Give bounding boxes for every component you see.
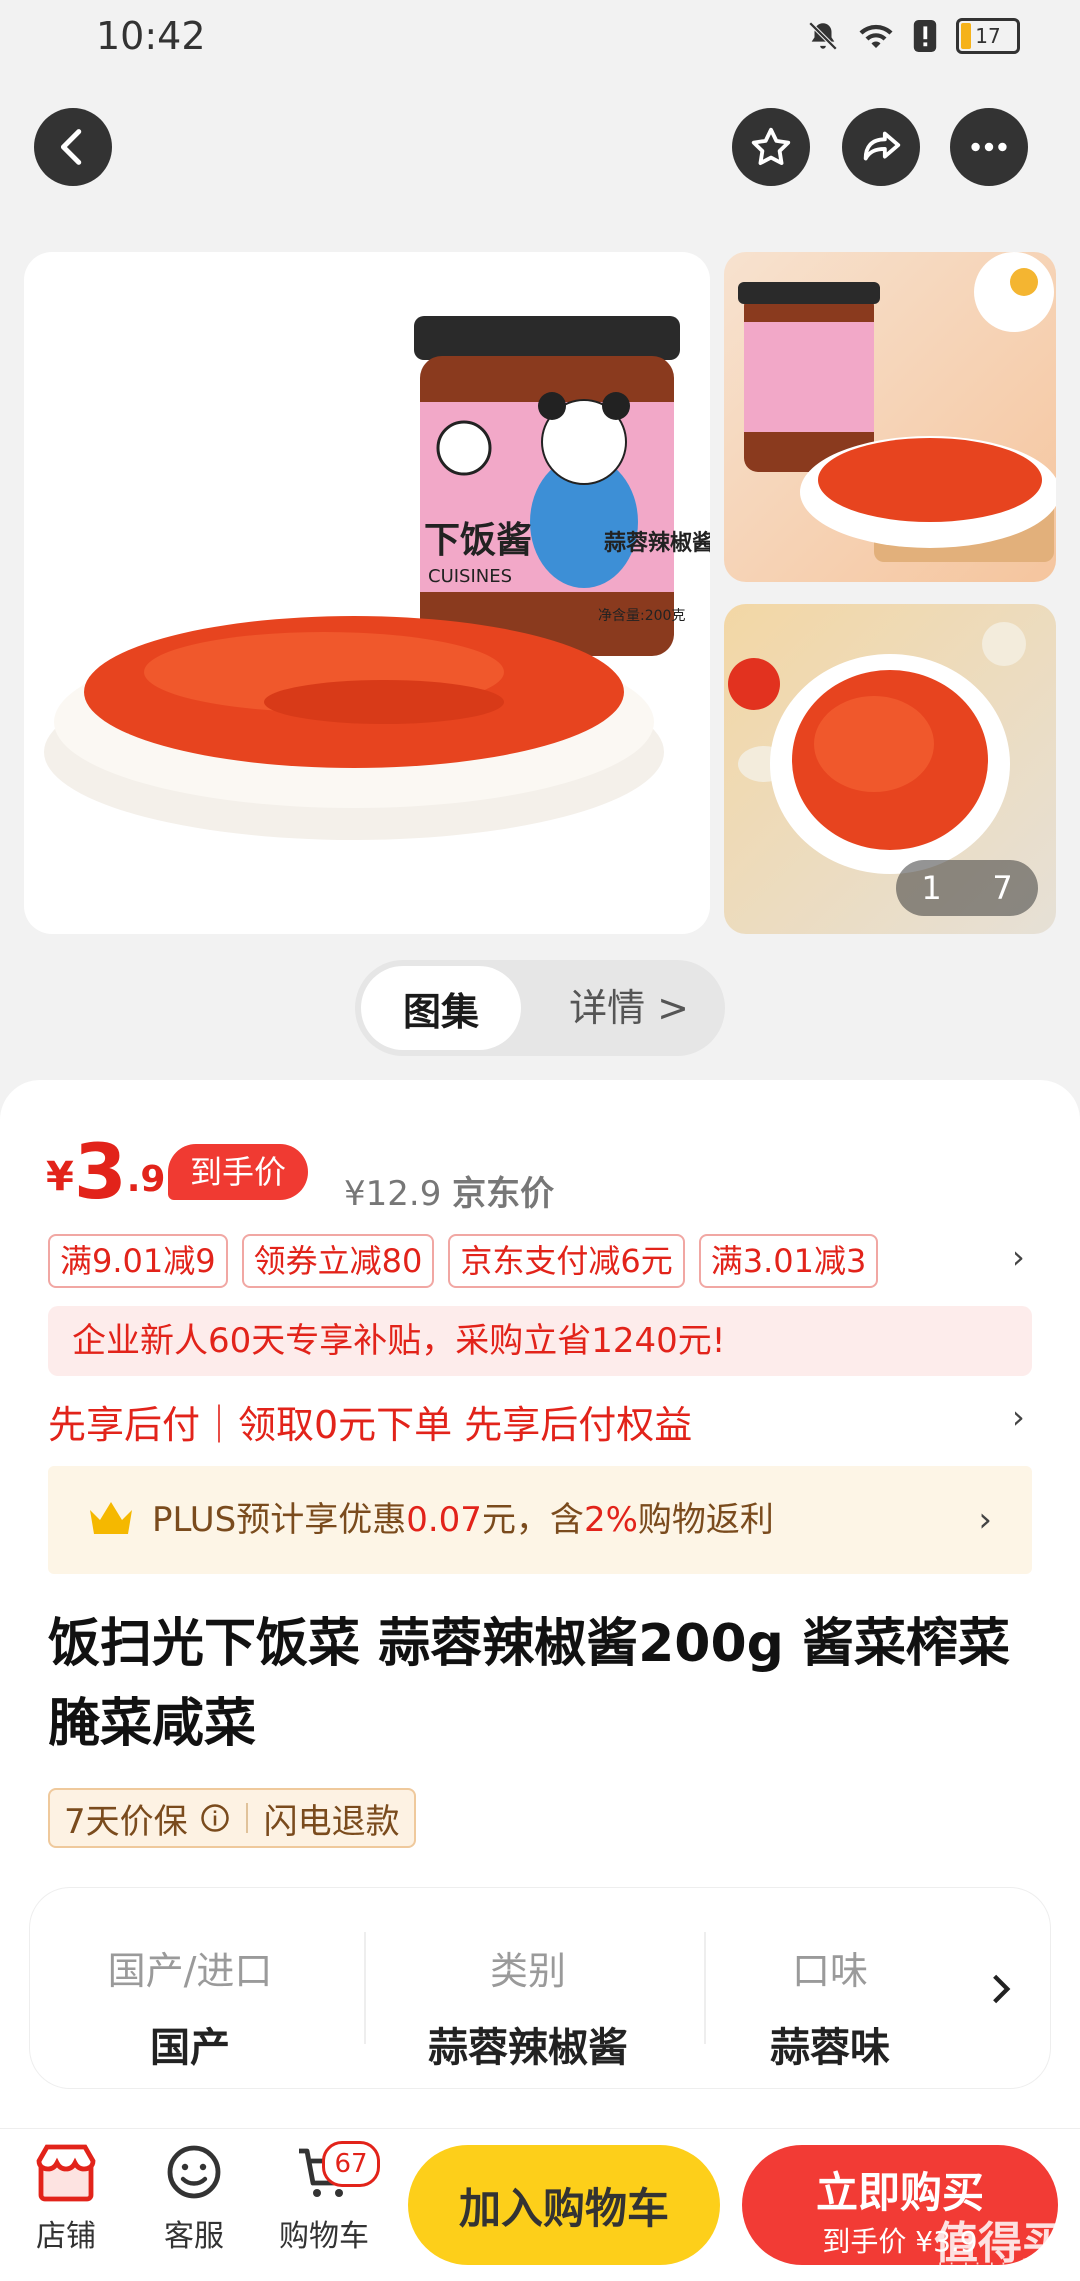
price-integer: 3: [73, 1127, 127, 1216]
product-illustration: 下饭酱 CUISINES 蒜蓉辣椒酱 净含量:200克: [44, 316, 710, 840]
attribute-origin: 国产/进口 国产: [30, 1888, 350, 2088]
share-button[interactable]: [842, 108, 920, 186]
plus-prefix: PLUS预计享优惠: [152, 1500, 407, 1540]
attribute-label: 类别: [489, 1949, 566, 1993]
plus-suffix: 购物返利: [637, 1500, 774, 1540]
customer-service-tab[interactable]: 客服: [134, 2141, 254, 2255]
star-icon: [751, 127, 791, 166]
store-label: 店铺: [36, 2219, 96, 2254]
counter-total: 7: [992, 869, 1013, 907]
attribute-label: 口味: [791, 1949, 868, 1993]
store-tab[interactable]: 店铺: [6, 2141, 126, 2255]
plus-amount: 0.07: [406, 1500, 482, 1540]
store-icon: [36, 2144, 96, 2202]
status-icons: 17: [806, 18, 1020, 54]
crown-icon: [90, 1502, 132, 1534]
mute-bell-icon: [808, 21, 838, 51]
tab-gallery[interactable]: 图集: [361, 966, 521, 1050]
plus-middle: 元，含: [481, 1500, 584, 1540]
plus-benefit-banner[interactable]: PLUS预计享优惠0.07元，含2%购物返利 ›: [48, 1466, 1032, 1574]
jd-price-label: 京东价: [452, 1174, 555, 1214]
battery-level: 17: [975, 24, 1001, 48]
jar-weight-text: 净含量:200克: [598, 608, 685, 624]
plus-chevron-icon: ›: [978, 1500, 992, 1540]
fast-refund-tag: 闪电退款: [263, 1801, 400, 1842]
gallery-detail-switch: 图集 详情 >: [355, 960, 725, 1056]
jar-cuisines-text: CUISINES: [428, 566, 512, 587]
attribute-divider: [704, 1932, 706, 2044]
price-decimal: .9: [126, 1159, 166, 1200]
watermark-url: zhizhizhi.com: [928, 2260, 1050, 2281]
attribute-value: 国产: [150, 2025, 230, 2071]
share-icon: [863, 131, 901, 161]
plus-rebate: 2%: [583, 1500, 638, 1540]
enterprise-subsidy-banner[interactable]: 企业新人60天专享补贴，采购立省1240元!: [48, 1306, 1032, 1376]
coupon[interactable]: 京东支付减6元: [448, 1234, 685, 1288]
counter-current: 1: [921, 869, 942, 907]
pay-later-chevron-icon[interactable]: ›: [1012, 1398, 1025, 1436]
favorite-button[interactable]: [732, 108, 810, 186]
attribute-label: 国产/进口: [107, 1949, 273, 1993]
status-time: 10:42: [96, 14, 206, 58]
tab-details[interactable]: 详情 >: [569, 960, 689, 1056]
add-to-cart-button[interactable]: 加入购物车: [408, 2145, 720, 2265]
service-tags[interactable]: 7天价保 闪电退款: [48, 1788, 416, 1848]
bottom-action-bar: 店铺 客服 购物车 67 加入购物车 立即购买 到手价 ¥3.9 值得买 zhi…: [0, 2128, 1080, 2281]
coupon-list[interactable]: 满9.01减9 领券立减80 京东支付减6元 满3.01减3: [48, 1234, 879, 1288]
wifi-icon: [859, 24, 893, 48]
back-button[interactable]: [34, 108, 112, 186]
info-icon[interactable]: [200, 1803, 230, 1833]
battery-icon: 17: [956, 18, 1020, 54]
pay-later-row[interactable]: 先享后付｜领取0元下单 先享后付权益: [48, 1394, 692, 1449]
cart-label: 购物车: [279, 2219, 369, 2254]
thumbnail-1[interactable]: [724, 252, 1056, 582]
main-product-image[interactable]: 下饭酱 CUISINES 蒜蓉辣椒酱 净含量:200克: [24, 252, 710, 934]
price: ¥ 3 .9: [46, 1130, 165, 1210]
attribute-divider: [364, 1932, 366, 2044]
chevron-left-icon: [60, 129, 82, 165]
customer-service-icon: [167, 2145, 221, 2199]
coupon-more-chevron-icon[interactable]: ›: [1012, 1238, 1025, 1276]
attribute-value: 蒜蓉味: [770, 2025, 890, 2071]
price-currency: ¥: [46, 1154, 74, 1200]
service-label: 客服: [164, 2219, 224, 2254]
coupon[interactable]: 满9.01减9: [48, 1234, 228, 1288]
coupon[interactable]: 领券立减80: [241, 1234, 435, 1288]
status-bar: 10:42 17: [0, 0, 1080, 76]
coupon[interactable]: 满3.01减3: [698, 1234, 879, 1288]
tag-divider: [245, 1803, 248, 1833]
thumbnail-2[interactable]: 1 7: [724, 604, 1056, 934]
final-price-badge: 到手价: [168, 1144, 309, 1200]
attribute-panel[interactable]: 国产/进口 国产 类别 蒜蓉辣椒酱 口味 蒜蓉味: [30, 1888, 1050, 2088]
chevron-right-icon[interactable]: [986, 1972, 1016, 2006]
product-title: 饭扫光下饭菜 蒜蓉辣椒酱200g 酱菜榨菜 腌菜咸菜: [48, 1614, 1010, 1754]
image-counter: 1 7: [896, 860, 1038, 916]
more-dots-icon: [971, 142, 1007, 152]
jar-flavor-text: 蒜蓉辣椒酱: [604, 530, 710, 556]
price-protect-tag: 7天价保: [64, 1801, 188, 1842]
jar-brand-text: 下饭酱: [424, 520, 532, 561]
attribute-value: 蒜蓉辣椒酱: [428, 2025, 628, 2071]
attribute-flavor: 口味 蒜蓉味: [710, 1888, 950, 2088]
thumbnail-1-illustration: [738, 252, 1056, 562]
jd-price: ¥12.9 京东价: [344, 1166, 554, 1215]
cart-count-badge: 67: [322, 2141, 380, 2187]
jd-price-value: ¥12.9: [344, 1174, 442, 1214]
more-button[interactable]: [950, 108, 1028, 186]
attribute-category: 类别 蒜蓉辣椒酱: [368, 1888, 688, 2088]
alert-icon: [913, 20, 937, 52]
